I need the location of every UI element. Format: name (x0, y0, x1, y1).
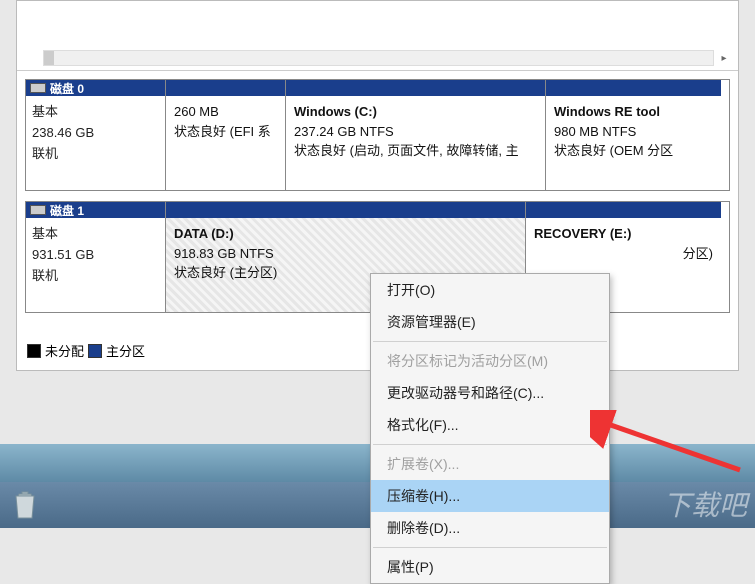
disk-row-0: 磁盘 0 基本 238.46 GB 联机 260 MB 状态良好 (EFI 系 (25, 79, 730, 191)
partition-status: 分区) (534, 244, 713, 264)
menu-separator (373, 444, 607, 445)
scrollbar-thumb[interactable] (44, 51, 54, 65)
disk-type: 基本 (32, 102, 159, 123)
legend-label-unallocated: 未分配 (45, 341, 84, 360)
disk-info-0[interactable]: 磁盘 0 基本 238.46 GB 联机 (26, 80, 166, 190)
menu-item-7: 扩展卷(X)... (371, 448, 609, 480)
disk-name-1: 磁盘 1 (50, 202, 84, 219)
partition-0-2[interactable]: Windows RE tool 980 MB NTFS 状态良好 (OEM 分区 (546, 80, 721, 190)
menu-item-8[interactable]: 压缩卷(H)... (371, 480, 609, 512)
scroll-right-arrow[interactable]: ▸ (715, 51, 733, 67)
menu-item-5[interactable]: 格式化(F)... (371, 409, 609, 441)
disk-name-0: 磁盘 0 (50, 80, 84, 97)
disk-status: 联机 (32, 144, 159, 165)
menu-item-9[interactable]: 删除卷(D)... (371, 512, 609, 544)
partition-bar (526, 202, 721, 218)
top-panel: ▸ (17, 1, 738, 71)
menu-item-0[interactable]: 打开(O) (371, 274, 609, 306)
partition-status: 状态良好 (EFI 系 (174, 122, 277, 142)
partition-size: 237.24 GB NTFS (294, 122, 537, 142)
disk-icon (30, 83, 46, 93)
partition-status: 状态良好 (OEM 分区 (554, 141, 713, 161)
partition-size: 980 MB NTFS (554, 122, 713, 142)
disk-size: 238.46 GB (32, 123, 159, 144)
horizontal-scrollbar[interactable]: ▸ (43, 50, 714, 66)
disk-header-1: 磁盘 1 (26, 202, 165, 218)
context-menu: 打开(O)资源管理器(E) 将分区标记为活动分区(M)更改驱动器号和路径(C)..… (370, 273, 610, 584)
partition-title: DATA (D:) (174, 224, 517, 244)
disk-size: 931.51 GB (32, 245, 159, 266)
legend-label-primary: 主分区 (106, 341, 145, 360)
disk-info-1[interactable]: 磁盘 1 基本 931.51 GB 联机 (26, 202, 166, 312)
partition-body: 260 MB 状态良好 (EFI 系 (166, 96, 285, 190)
disk-header-0: 磁盘 0 (26, 80, 165, 96)
partition-size: 260 MB (174, 102, 277, 122)
partition-bar (286, 80, 545, 96)
partition-body: Windows (C:) 237.24 GB NTFS 状态良好 (启动, 页面… (286, 96, 545, 190)
partition-0-0[interactable]: 260 MB 状态良好 (EFI 系 (166, 80, 286, 190)
partition-size: 918.83 GB NTFS (174, 244, 517, 264)
menu-item-1[interactable]: 资源管理器(E) (371, 306, 609, 338)
partition-body: Windows RE tool 980 MB NTFS 状态良好 (OEM 分区 (546, 96, 721, 190)
partitions-0: 260 MB 状态良好 (EFI 系 Windows (C:) 237.24 G… (166, 80, 729, 190)
legend-swatch-unallocated (27, 344, 41, 358)
legend-swatch-primary (88, 344, 102, 358)
disk-type: 基本 (32, 224, 159, 245)
partition-bar (166, 202, 525, 218)
partition-title: Windows RE tool (554, 102, 713, 122)
annotation-arrow (590, 410, 750, 480)
disk-status: 联机 (32, 266, 159, 287)
menu-separator (373, 341, 607, 342)
partition-status: 状态良好 (启动, 页面文件, 故障转储, 主 (294, 141, 537, 161)
menu-item-11[interactable]: 属性(P) (371, 551, 609, 583)
partition-title: Windows (C:) (294, 102, 537, 122)
menu-item-3: 将分区标记为活动分区(M) (371, 345, 609, 377)
disk-icon (30, 205, 46, 215)
partition-title: RECOVERY (E:) (534, 224, 713, 244)
partition-bar (166, 80, 285, 96)
menu-item-4[interactable]: 更改驱动器号和路径(C)... (371, 377, 609, 409)
menu-separator (373, 547, 607, 548)
recycle-bin-icon[interactable] (8, 484, 42, 522)
partition-bar (546, 80, 721, 96)
disk-meta-1: 基本 931.51 GB 联机 (26, 218, 165, 292)
disk-meta-0: 基本 238.46 GB 联机 (26, 96, 165, 170)
partition-0-1[interactable]: Windows (C:) 237.24 GB NTFS 状态良好 (启动, 页面… (286, 80, 546, 190)
